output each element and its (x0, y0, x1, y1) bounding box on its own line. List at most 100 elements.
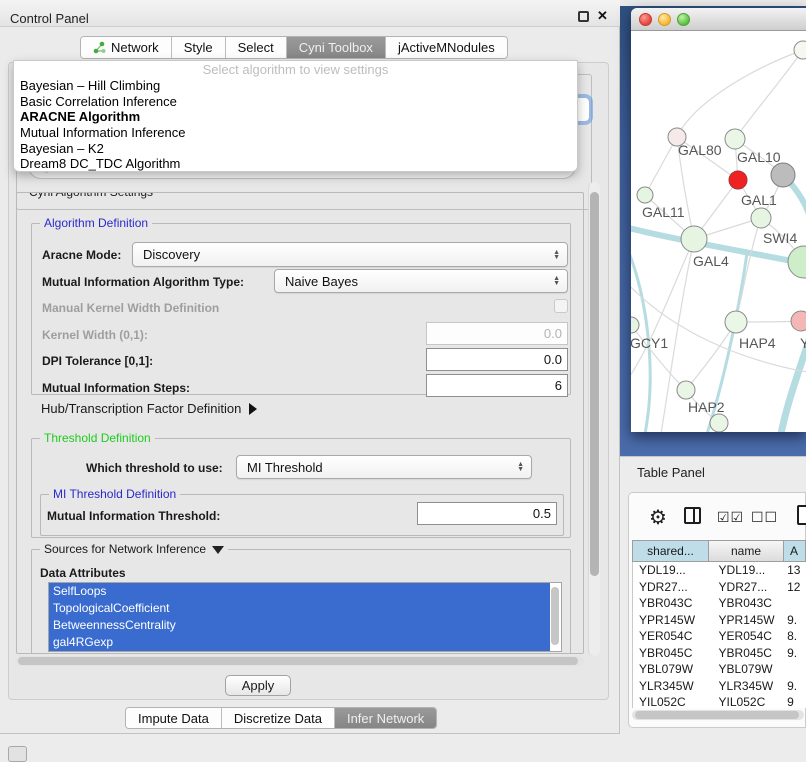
close-panel-icon[interactable]: ✕ (597, 8, 608, 24)
which-threshold-select[interactable]: MI Threshold ▲▼ (236, 455, 532, 479)
dropdown-item[interactable]: Dream8 DC_TDC Algorithm (14, 156, 577, 172)
network-window-titlebar[interactable] (631, 8, 806, 31)
node-label: GCY1 (631, 335, 668, 351)
network-node-gcy1[interactable] (631, 317, 639, 333)
network-node-gal11[interactable] (637, 187, 653, 203)
node-label: HAP4 (739, 335, 776, 351)
table-horizontal-scrollbar[interactable] (632, 710, 804, 720)
mi-threshold-group: MI Threshold Definition Mutual Informati… (40, 494, 564, 536)
network-node-hap4[interactable] (725, 311, 747, 333)
network-icon (93, 41, 106, 54)
list-item[interactable]: BetweennessCentrality (49, 617, 550, 634)
tab-jactivemnodules[interactable]: jActiveMNodules (386, 37, 507, 58)
tab-network[interactable]: Network (81, 37, 172, 58)
dpi-tolerance-input[interactable]: 0.0 (426, 348, 568, 371)
algorithm-dropdown-popup: Select algorithm to view settings Bayesi… (13, 60, 578, 172)
expand-arrow-icon (249, 403, 257, 415)
node-label: SWI4 (763, 230, 797, 246)
table-row[interactable]: YPR145WYPR145W9. (633, 612, 806, 629)
column-header-partial[interactable]: A (784, 540, 806, 562)
tab-infer-network[interactable]: Infer Network (335, 708, 436, 728)
table-panel-title: Table Panel (637, 465, 705, 480)
apply-button[interactable]: Apply (225, 675, 291, 696)
scrollbar-thumb[interactable] (18, 657, 578, 665)
scrollbar-thumb[interactable] (590, 192, 599, 576)
new-table-icon[interactable] (797, 505, 806, 525)
tab-impute-data[interactable]: Impute Data (126, 708, 222, 728)
node-label: GAL80 (678, 142, 722, 158)
tab-discretize-data[interactable]: Discretize Data (222, 708, 335, 728)
mi-type-select[interactable]: Naive Bayes ▲▼ (274, 269, 568, 293)
network-node-swi4[interactable] (788, 246, 806, 278)
dropdown-item[interactable]: Basic Correlation Inference (14, 94, 577, 110)
kernel-width-input[interactable]: 0.0 (426, 322, 568, 345)
dropdown-item[interactable]: Bayesian – Hill Climbing (14, 78, 577, 94)
dropdown-item[interactable]: Bayesian – K2 (14, 141, 577, 157)
column-header-name[interactable]: name (709, 540, 784, 562)
mi-steps-input[interactable]: 6 (426, 374, 568, 397)
network-node-gal10[interactable] (725, 129, 745, 149)
select-all-checkboxes-icon[interactable]: ☑☑ (717, 509, 744, 526)
combo-arrows-icon: ▲▼ (553, 250, 560, 260)
table-row[interactable]: YBR043CYBR043C (633, 595, 806, 612)
column-header-shared-name[interactable]: shared... (632, 540, 709, 562)
hub-definition-toggle[interactable]: Hub/Transcription Factor Definition (41, 401, 257, 416)
list-scrollbar[interactable] (551, 587, 559, 645)
network-node-gray[interactable] (771, 163, 795, 187)
table-row[interactable]: YIL052CYIL052C9 (633, 694, 806, 708)
scrollbar-thumb[interactable] (635, 711, 799, 719)
float-panel-icon[interactable] (578, 11, 589, 22)
node-label: GAL4 (693, 253, 729, 269)
table-row[interactable]: YER054CYER054C8. (633, 628, 806, 645)
node-label: GAL10 (737, 149, 781, 165)
threshold-definition-group: Threshold Definition Which threshold to … (31, 438, 571, 538)
settings-horizontal-scrollbar[interactable] (16, 656, 584, 666)
network-node[interactable] (710, 414, 728, 432)
list-item[interactable]: SelfLoops (49, 583, 550, 600)
table-body[interactable]: YDL19...YDL19...13 YDR27...YDR27...12 YB… (632, 562, 806, 708)
list-item[interactable]: gal4RGexp (49, 634, 550, 651)
cyni-algorithm-settings-group: Cyni Algorithm Settings Algorithm Defini… (16, 192, 584, 654)
columns-icon[interactable] (684, 507, 701, 524)
tab-select[interactable]: Select (226, 37, 287, 58)
manual-kernel-label: Manual Kernel Width Definition (42, 301, 219, 315)
network-node-pink[interactable] (791, 311, 806, 331)
tab-style[interactable]: Style (172, 37, 226, 58)
table-row[interactable]: YDR27...YDR27...12 (633, 579, 806, 596)
aracne-mode-select[interactable]: Discovery ▲▼ (132, 242, 568, 267)
algorithm-definition-title: Algorithm Definition (40, 216, 152, 230)
network-node-hap2[interactable] (677, 381, 695, 399)
dock-panel-icon[interactable] (8, 746, 27, 762)
node-label: Y (800, 335, 806, 351)
unselect-all-checkboxes-icon[interactable]: ☐☐ (751, 509, 778, 526)
tab-cyni-toolbox[interactable]: Cyni Toolbox (287, 37, 386, 58)
list-item[interactable]: TopologicalCoefficient (49, 600, 550, 617)
manual-kernel-checkbox[interactable] (554, 299, 568, 313)
table-row[interactable]: YDL19...YDL19...13 (633, 562, 806, 579)
network-canvas[interactable]: GAL80 GAL10 GAL1 GAL11 SWI4 GAL4 GCY1 HA… (631, 31, 806, 432)
dropdown-item-selected[interactable]: ARACNE Algorithm (14, 109, 577, 125)
control-panel-title: Control Panel (10, 11, 89, 26)
sources-group-title[interactable]: Sources for Network Inference (40, 542, 228, 556)
zoom-window-icon[interactable] (677, 13, 690, 26)
settings-vertical-scrollbar[interactable] (588, 182, 600, 656)
table-row[interactable]: YLR345WYLR345W9. (633, 678, 806, 695)
minimize-window-icon[interactable] (658, 13, 671, 26)
mi-threshold-input[interactable]: 0.5 (417, 502, 557, 525)
combo-arrows-icon: ▲▼ (517, 462, 524, 472)
table-row[interactable]: YBR045CYBR045C9. (633, 645, 806, 662)
network-view-window: GAL80 GAL10 GAL1 GAL11 SWI4 GAL4 GCY1 HA… (631, 8, 806, 432)
close-window-icon[interactable] (639, 13, 652, 26)
network-node[interactable] (794, 41, 806, 59)
network-node-red[interactable] (729, 171, 747, 189)
table-row[interactable]: YBL079WYBL079W (633, 661, 806, 678)
data-attributes-list[interactable]: SelfLoops TopologicalCoefficient Between… (48, 582, 562, 652)
network-node-gal4[interactable] (681, 226, 707, 252)
desktop-top-strip (620, 0, 806, 6)
collapse-arrow-icon (212, 546, 224, 554)
dropdown-item[interactable]: Mutual Information Inference (14, 125, 577, 141)
combo-arrows-icon: ▲▼ (553, 276, 560, 286)
network-node-gal1[interactable] (751, 208, 771, 228)
gear-icon[interactable]: ⚙ (649, 505, 667, 530)
mi-threshold-group-title: MI Threshold Definition (49, 487, 180, 501)
